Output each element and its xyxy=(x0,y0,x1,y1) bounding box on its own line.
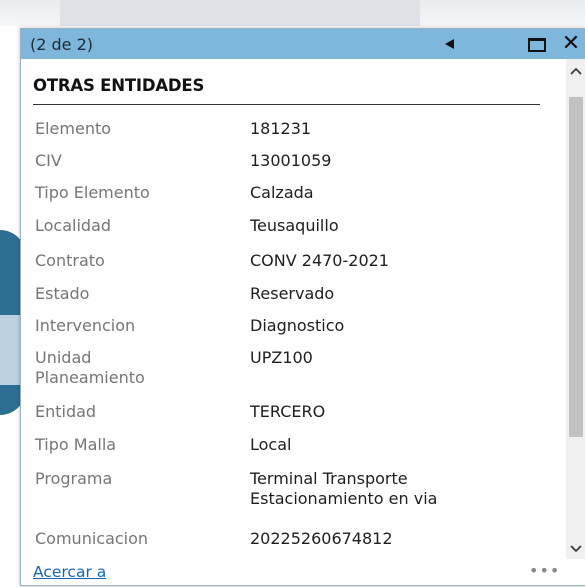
title-divider xyxy=(33,104,540,105)
field-label: Intervencion xyxy=(35,316,136,335)
field-label: CIV xyxy=(35,151,62,170)
field-value: TERCERO xyxy=(250,402,326,421)
field-label: Tipo Malla xyxy=(35,435,117,454)
field-value: Terminal Transporte Estacionamiento en v… xyxy=(250,469,438,508)
field-value: 181231 xyxy=(250,119,312,138)
field-value: 13001059 xyxy=(250,151,332,170)
maximize-button[interactable] xyxy=(526,35,548,53)
pager-label: (2 de 2) xyxy=(30,35,94,54)
scroll-thumb[interactable] xyxy=(569,97,583,437)
field-label: Localidad xyxy=(35,216,112,235)
close-button[interactable]: ✕ xyxy=(558,31,584,57)
field-label: Comunicacion xyxy=(35,529,149,548)
field-label: Unidad Planeamiento xyxy=(35,348,145,387)
field-value: Diagnostico xyxy=(250,316,345,335)
field-label: Contrato xyxy=(35,251,105,270)
field-label: Estado xyxy=(35,284,90,303)
more-actions-button[interactable]: ••• xyxy=(529,561,559,581)
popup-footer: Acercar a ••• xyxy=(21,559,585,585)
field-value: UPZ100 xyxy=(250,348,313,367)
map-feature xyxy=(0,315,20,385)
field-value: Local xyxy=(250,435,292,454)
chevron-up-icon xyxy=(570,67,582,75)
field-value: 20225260674812 xyxy=(250,529,393,548)
popup-titlebar: (2 de 2) ✕ xyxy=(21,29,585,59)
vertical-scrollbar[interactable] xyxy=(566,59,585,559)
field-value: Calzada xyxy=(250,183,314,202)
section-title: OTRAS ENTIDADES xyxy=(33,76,205,95)
previous-feature-button[interactable] xyxy=(439,35,463,53)
zoom-to-link[interactable]: Acercar a xyxy=(33,563,106,581)
map-road xyxy=(60,0,420,26)
maximize-icon xyxy=(528,38,546,52)
field-label: Entidad xyxy=(35,402,97,421)
field-label: Elemento xyxy=(35,119,112,138)
popup-content[interactable]: OTRAS ENTIDADES Elemento 181231 CIV 1300… xyxy=(21,59,566,559)
scroll-down-button[interactable] xyxy=(566,539,585,559)
field-label: Programa xyxy=(35,469,113,488)
feature-popup: (2 de 2) ✕ OTRAS ENTIDADES Elemento 1812… xyxy=(20,28,585,586)
triangle-left-icon xyxy=(445,39,454,49)
field-value: CONV 2470-2021 xyxy=(250,251,389,270)
close-icon: ✕ xyxy=(561,31,581,56)
field-value: Teusaquillo xyxy=(250,216,339,235)
scroll-up-button[interactable] xyxy=(566,61,585,81)
chevron-down-icon xyxy=(570,545,582,553)
field-label: Tipo Elemento xyxy=(35,183,150,202)
field-value: Reservado xyxy=(250,284,335,303)
